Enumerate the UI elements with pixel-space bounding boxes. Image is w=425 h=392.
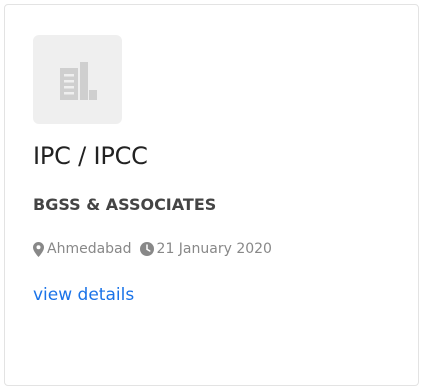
location-text: Ahmedabad <box>47 241 132 257</box>
job-meta: Ahmedabad 21 January 2020 <box>33 241 272 257</box>
building-icon <box>59 61 97 100</box>
company-logo <box>33 35 122 124</box>
date-text: 21 January 2020 <box>156 241 272 257</box>
job-card: IPC / IPCC BGSS & ASSOCIATES Ahmedabad 2… <box>4 4 419 386</box>
clock-icon <box>139 242 154 256</box>
location-info: Ahmedabad <box>33 241 132 257</box>
view-details-link[interactable]: view details <box>33 285 134 305</box>
date-info: 21 January 2020 <box>139 241 272 257</box>
map-marker-icon <box>33 241 44 257</box>
job-title: IPC / IPCC <box>33 142 148 170</box>
company-name: BGSS & ASSOCIATES <box>33 195 217 214</box>
